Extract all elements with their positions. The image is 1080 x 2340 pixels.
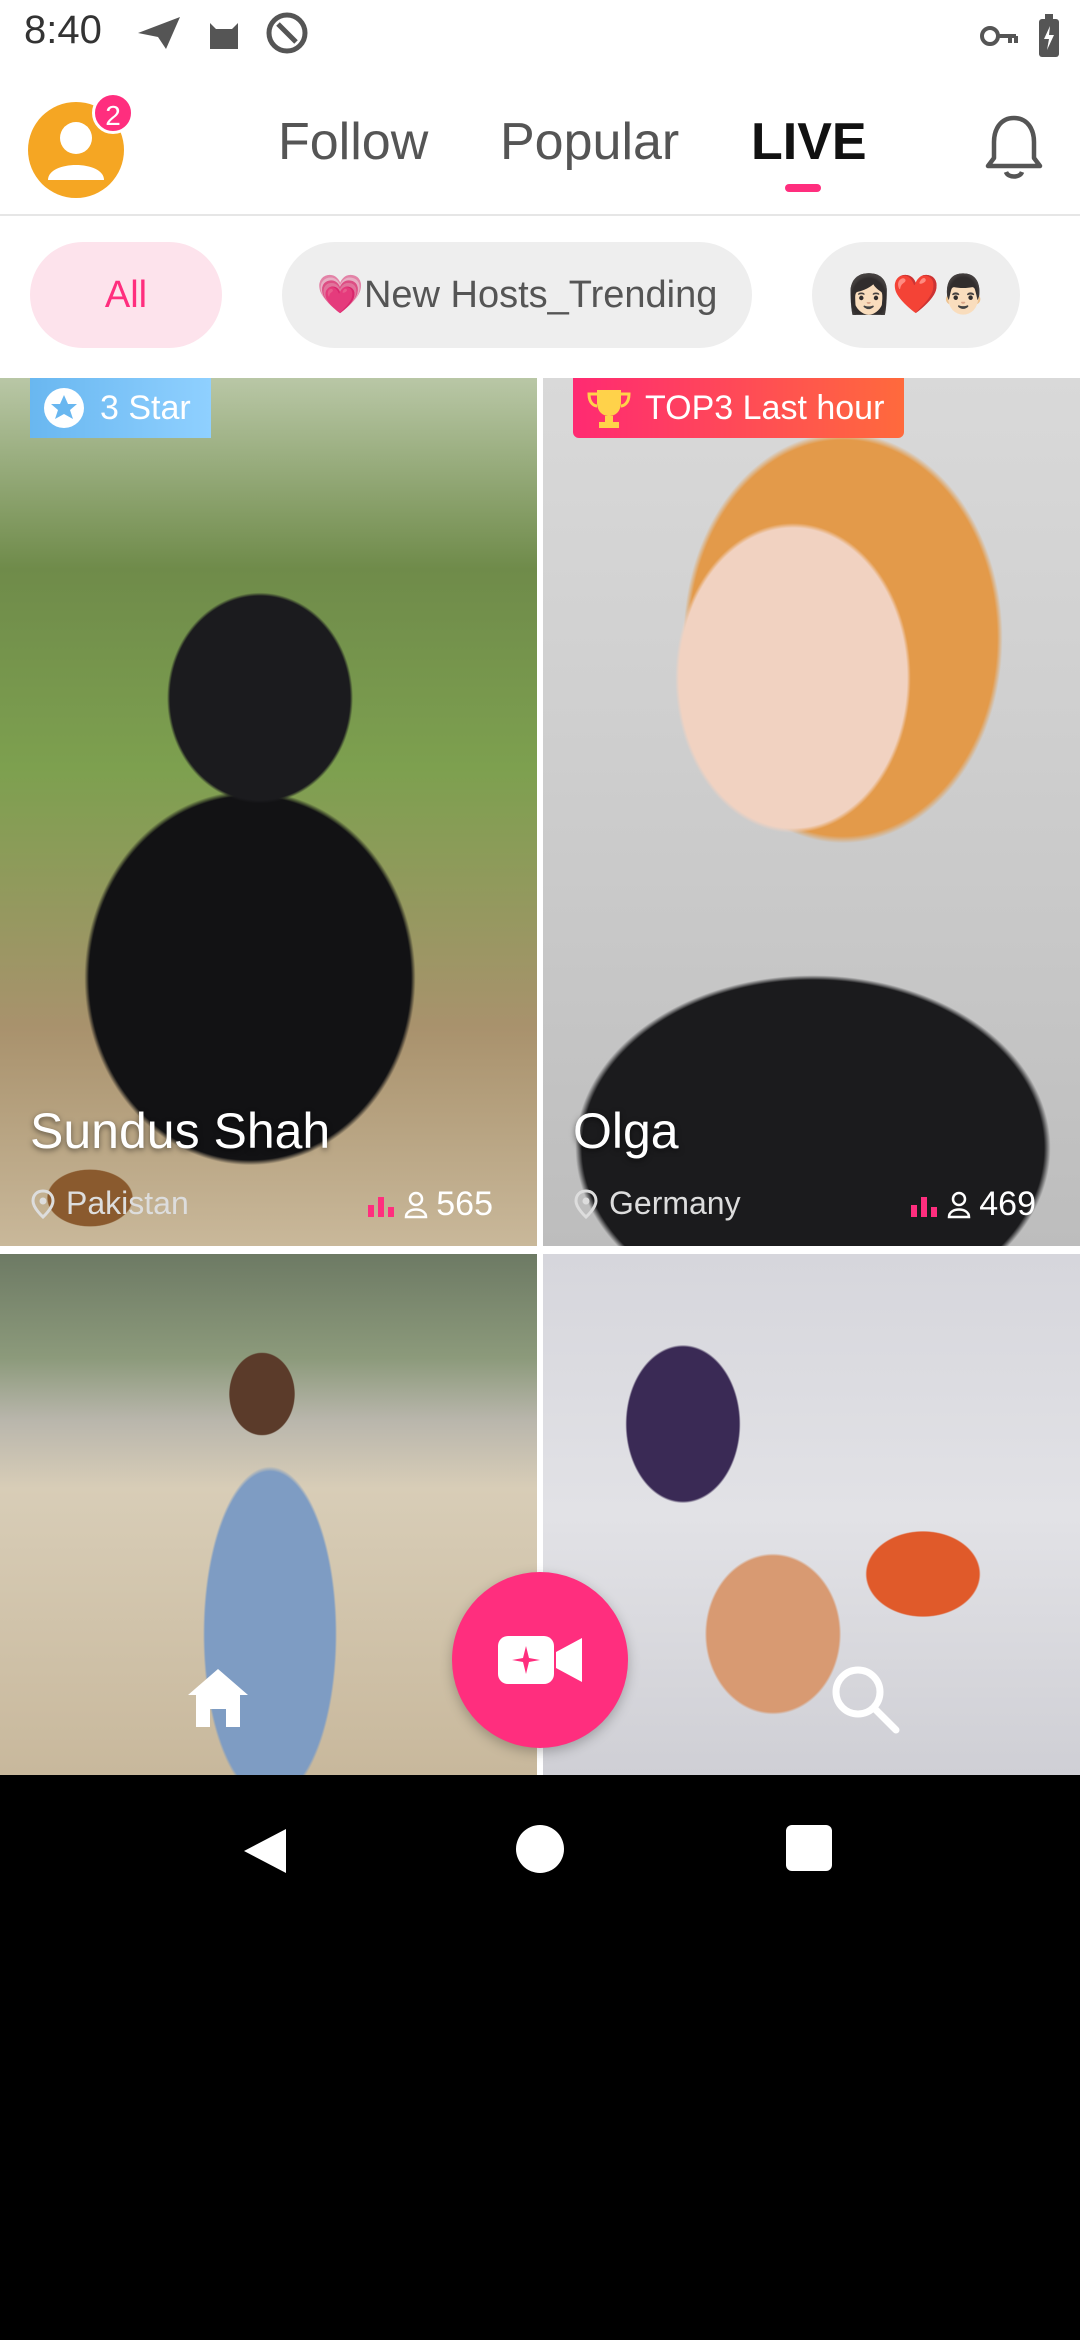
chip-label: 👩🏻❤️👨🏻 — [845, 274, 987, 316]
category-chips: All 💗New Hosts_Trending 👩🏻❤️👨🏻 — [0, 242, 1080, 348]
send-icon — [138, 17, 180, 49]
home-icon[interactable] — [184, 1665, 252, 1731]
bell-icon[interactable] — [982, 112, 1046, 180]
system-navigation-bar — [0, 1775, 1080, 1921]
tab-follow[interactable]: Follow — [278, 112, 428, 172]
live-card[interactable] — [0, 1254, 537, 1775]
location-label: Pakistan — [66, 1185, 189, 1221]
tab-live[interactable]: LIVE — [751, 112, 867, 172]
chip-label: All — [104, 273, 148, 316]
live-bars-icon — [368, 1196, 395, 1217]
viewer-count: 469 — [909, 1185, 1036, 1224]
active-tab-indicator — [785, 184, 821, 192]
viewer-count: 565 — [366, 1185, 493, 1224]
back-icon[interactable] — [240, 1825, 290, 1877]
location-pin-icon — [31, 1188, 55, 1219]
location-pin-icon — [574, 1188, 598, 1219]
star-level-tag: 3 Star — [30, 378, 211, 438]
tab-popular[interactable]: Popular — [500, 112, 679, 172]
go-live-button[interactable] — [452, 1572, 628, 1748]
chip-label: 💗New Hosts_Trending — [316, 274, 718, 316]
trophy-icon — [587, 390, 631, 428]
status-icons-left — [136, 12, 308, 54]
tag-label: TOP3 Last hour — [645, 388, 885, 427]
key-icon — [980, 26, 1018, 46]
live-card[interactable]: 3 Star Sundus Shah Pakistan 565 — [0, 378, 537, 1246]
host-location: Germany — [573, 1185, 741, 1222]
chip-couples[interactable]: 👩🏻❤️👨🏻 — [812, 242, 1020, 348]
person-icon — [948, 1191, 971, 1218]
top3-tag: TOP3 Last hour — [573, 378, 905, 438]
host-location: Pakistan — [30, 1185, 189, 1222]
host-name: Olga — [573, 1103, 679, 1159]
host-name: Sundus Shah — [30, 1103, 331, 1159]
live-card[interactable] — [543, 1254, 1080, 1775]
stream-thumbnail — [0, 1254, 537, 1775]
chip-all[interactable]: All — [30, 242, 222, 348]
person-icon — [405, 1191, 428, 1218]
location-label: Germany — [609, 1185, 741, 1221]
at-sign-icon — [266, 12, 308, 54]
notification-count-badge: 2 — [92, 92, 134, 134]
status-time: 8:40 — [24, 8, 102, 52]
viewer-count-label: 565 — [436, 1185, 493, 1223]
battery-charging-icon — [1039, 14, 1059, 57]
status-bar: 8:40 — [0, 0, 1080, 72]
tag-label: 3 Star — [100, 388, 191, 427]
status-icons-right — [980, 14, 1062, 58]
top-header: 2 Follow Popular LIVE — [0, 72, 1080, 216]
live-card[interactable]: TOP3 Last hour Olga Germany 469 — [543, 378, 1080, 1246]
cat-icon — [210, 23, 238, 49]
star-badge-icon — [44, 388, 84, 428]
go-live-video-icon — [498, 1636, 582, 1684]
stream-thumbnail — [543, 1254, 1080, 1775]
live-bars-icon — [911, 1196, 938, 1217]
home-button[interactable] — [516, 1825, 564, 1873]
viewer-count-label: 469 — [979, 1185, 1036, 1223]
chip-new-hosts-trending[interactable]: 💗New Hosts_Trending — [282, 242, 752, 348]
search-icon[interactable] — [828, 1662, 902, 1736]
app-screen: 8:40 2 Follow Popular LIVE All 💗New Host… — [0, 0, 1080, 1775]
recent-apps-button[interactable] — [786, 1825, 832, 1871]
